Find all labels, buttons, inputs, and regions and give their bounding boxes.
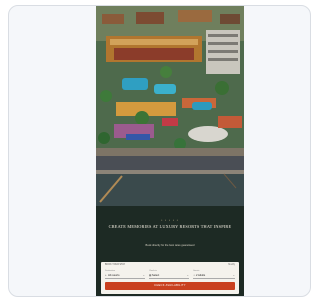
decorative-dots: • • • • • [161, 218, 179, 222]
mobile-screenshot: • • • • • CREATE MEMORIES AT LUXURY RESO… [96, 6, 244, 296]
hero-tagline: Book directly for the best rates guarant… [145, 244, 195, 247]
chevron-down-icon: ⌄ [142, 273, 145, 277]
booking-widget: BOOK YOUR STAY Modify Destination ⌖ All … [101, 262, 239, 294]
chevron-down-icon: ⌄ [186, 273, 189, 277]
chevron-down-icon: ⌄ [232, 273, 235, 277]
hero-headline: CREATE MEMORIES AT LUXURY RESORTS THAT I… [108, 224, 232, 229]
guests-field[interactable]: Guests ☺ 2 Adults ⌄ [193, 270, 235, 279]
modify-link[interactable]: Modify [228, 264, 235, 266]
preview-card: • • • • • CREATE MEMORIES AT LUXURY RESO… [8, 5, 311, 297]
guests-label: Guests [193, 270, 200, 272]
destination-field[interactable]: Destination ⌖ All resorts ⌄ [105, 270, 145, 279]
destination-label: Destination [105, 270, 116, 272]
location-icon: ⌖ [105, 274, 107, 277]
destination-value: All resorts [108, 274, 120, 277]
checkin-value: Select [152, 274, 160, 277]
booking-widget-label: BOOK YOUR STAY [105, 264, 126, 266]
checkin-label: Check-in [149, 270, 157, 272]
guests-value: 2 Adults [196, 274, 206, 277]
hero-aerial-photo [96, 6, 244, 206]
check-availability-button[interactable]: CHECK AVAILABILITY [105, 282, 235, 290]
checkin-field[interactable]: Check-in ▦ Select ⌄ [149, 270, 189, 279]
